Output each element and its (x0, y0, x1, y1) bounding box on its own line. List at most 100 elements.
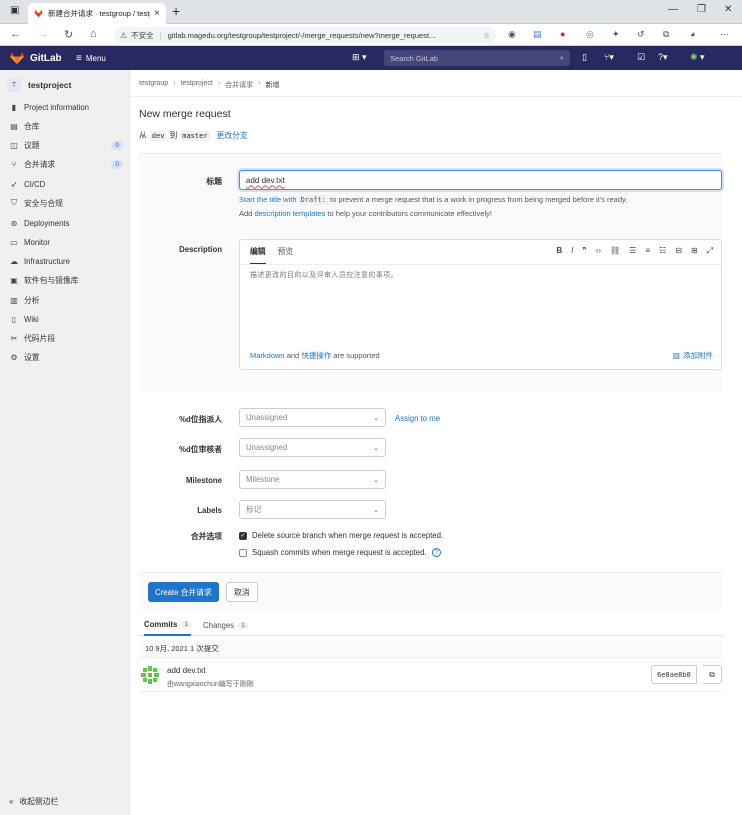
extension-puzzle-icon[interactable]: ✦ (612, 29, 620, 40)
tab-commits[interactable]: Commits 1 (144, 614, 191, 636)
collapsible-icon[interactable]: ⊟ (675, 246, 682, 256)
more-menu-icon[interactable]: ··· (720, 29, 729, 39)
sidebar-item-wiki[interactable]: ▯ Wiki (9, 312, 123, 326)
collections-icon[interactable]: ⧉ (663, 29, 669, 40)
sidebar-item-issues[interactable]: ◫ 议题 0 (9, 138, 123, 152)
task-list-icon[interactable]: ☷ (659, 246, 666, 256)
close-tab-icon[interactable]: × (154, 8, 160, 19)
reviewer-select[interactable]: Unassigned ⌄ (239, 438, 386, 457)
copy-sha-button[interactable]: ⧉ (703, 665, 722, 684)
markdown-link[interactable]: Markdown (250, 351, 285, 360)
profile-avatar-icon[interactable]: ◕ (690, 29, 695, 39)
url-field[interactable]: ⚠ 不安全 | gitlab.magedu.org/testgroup/test… (114, 27, 496, 43)
sidebar-item-settings[interactable]: ⚙ 设置 (9, 350, 123, 364)
sidebar-item-project-information[interactable]: ▮ Project information (9, 100, 123, 114)
title-input[interactable]: add dev.txt (239, 170, 722, 190)
gitlab-logo-icon[interactable] (10, 52, 24, 64)
home-icon[interactable]: ⌂ (90, 28, 97, 40)
description-textarea[interactable]: 描述更改的目的以及评审人员应注意的事项。 (250, 270, 398, 280)
sidebar-item-infrastructure[interactable]: ☁ Infrastructure (9, 254, 123, 268)
divider (130, 96, 742, 97)
target-branch: master (180, 130, 210, 141)
squash-commits-checkbox[interactable] (239, 548, 247, 557)
create-merge-request-button[interactable]: Create 合并请求 (148, 582, 219, 602)
back-icon[interactable]: ← (10, 28, 21, 40)
assignee-label: %d位指派人 (179, 415, 222, 424)
bold-icon[interactable]: B (556, 246, 562, 256)
extension-icon[interactable]: ◉ (508, 29, 516, 40)
code-icon[interactable]: ‹› (596, 246, 601, 256)
quote-icon[interactable]: ❞ (582, 246, 586, 256)
author-avatar[interactable] (139, 664, 161, 686)
restore-icon[interactable]: ❐ (697, 4, 706, 15)
draft-hint: Start the title with Draft: to prevent a… (239, 195, 628, 205)
search-input[interactable]: Search GitLab ⌕ (384, 50, 570, 66)
assignee-select[interactable]: Unassigned ⌄ (239, 408, 386, 427)
sidebar-item-monitor[interactable]: ▭ Monitor (9, 235, 123, 249)
new-tab-icon[interactable]: + (172, 3, 180, 19)
chevron-right-icon: › (173, 80, 176, 87)
bullet-list-icon[interactable]: ☰ (629, 246, 636, 256)
breadcrumb-group[interactable]: testgroup (139, 80, 168, 90)
labels-select[interactable]: 标记 ⌄ (239, 500, 386, 519)
reload-icon[interactable]: ↻ (64, 28, 73, 41)
quick-actions-link[interactable]: 快捷操作 (301, 351, 331, 360)
sidebar-item-analytics[interactable]: ▥ 分析 (9, 293, 123, 307)
merge-requests-nav-icon[interactable]: ⑂▾ (604, 52, 614, 63)
collapse-sidebar-button[interactable]: « 收起侧边栏 (9, 796, 58, 807)
help-nav-icon[interactable]: ?▾ (658, 52, 668, 63)
sidebar-project[interactable]: T testproject (7, 78, 71, 92)
translate-icon[interactable]: ▤ (533, 29, 542, 40)
minimize-icon[interactable]: — (668, 4, 678, 15)
sidebar-item-repository[interactable]: ▤ 仓库 (9, 119, 123, 133)
user-avatar-icon[interactable]: ✺ ▾ (690, 52, 705, 63)
sidebar-item-packages[interactable]: ▣ 软件包与镜像库 (9, 273, 123, 287)
change-branches-link[interactable]: 更改分支 (217, 130, 248, 141)
squash-commits-option[interactable]: Squash commits when merge request is acc… (239, 548, 441, 557)
delete-source-branch-checkbox[interactable]: ✓ (239, 531, 247, 540)
window-menu-icon[interactable]: ▣ (10, 5, 19, 16)
italic-icon[interactable]: I (571, 246, 573, 256)
link-icon[interactable]: ⛓ (610, 246, 620, 256)
source-branch: dev (149, 130, 167, 141)
sidebar-item-merge-requests[interactable]: ⑂ 合并请求 0 (9, 157, 123, 171)
tab-write[interactable]: 编辑 (250, 246, 266, 265)
menu-button[interactable]: ≡ Menu (76, 53, 106, 64)
commit-sha[interactable]: 6e8ae8b0 (651, 665, 697, 684)
breadcrumb-merge-requests[interactable]: 合并请求 (225, 80, 253, 90)
breadcrumb-current: 新增 (265, 82, 280, 89)
browser-tab[interactable]: 新建合并请求 · testgroup / testp × (28, 3, 166, 24)
description-templates-link[interactable]: description templates (254, 209, 325, 218)
favorite-star-icon[interactable]: ☆ (483, 31, 490, 40)
chevron-right-icon: › (258, 80, 261, 87)
todos-nav-icon[interactable]: ☑ (637, 52, 645, 63)
forward-icon[interactable]: → (38, 28, 49, 40)
sidebar-item-cicd[interactable]: ➶ CI/CD (9, 177, 123, 191)
fullscreen-icon[interactable]: ⤢ (707, 246, 713, 256)
help-icon[interactable]: ? (431, 548, 441, 557)
extension-red-icon[interactable]: ● (560, 29, 565, 39)
assign-to-me-link[interactable]: Assign to me (395, 414, 440, 423)
extension-refresh-icon[interactable]: ↺ (637, 29, 645, 40)
extension-blue-icon[interactable]: ◎ (586, 29, 594, 40)
cancel-button[interactable]: 取消 (226, 582, 258, 602)
gitlab-app-name[interactable]: GitLab (30, 53, 62, 64)
tab-preview[interactable]: 预览 (278, 246, 294, 265)
new-item-dropdown[interactable]: ⊞ ▾ (352, 52, 367, 63)
package-icon: ▣ (10, 275, 18, 285)
delete-source-branch-option[interactable]: ✓ Delete source branch when merge reques… (239, 531, 443, 540)
warning-icon: ⚠ (120, 30, 128, 40)
issues-nav-icon[interactable]: ▯ (582, 52, 587, 63)
numbered-list-icon[interactable]: ≡ (645, 246, 650, 256)
table-icon[interactable]: ⊞ (691, 246, 698, 256)
sidebar-item-security[interactable]: ⛉ 安全与合规 (9, 196, 123, 210)
commit-message[interactable]: add dev.txt (167, 666, 206, 675)
attach-file-button[interactable]: ▨ 添加附件 (673, 350, 713, 361)
sidebar-item-snippets[interactable]: ✂ 代码片段 (9, 331, 123, 345)
breadcrumb-project[interactable]: testproject (181, 80, 213, 90)
milestone-select[interactable]: Milestone ⌄ (239, 470, 386, 489)
chevron-down-icon: ⌄ (373, 414, 379, 422)
tab-changes[interactable]: Changes 1 (203, 614, 248, 636)
sidebar-item-deployments[interactable]: ⊛ Deployments (9, 216, 123, 230)
window-close-icon[interactable]: ✕ (724, 4, 732, 15)
